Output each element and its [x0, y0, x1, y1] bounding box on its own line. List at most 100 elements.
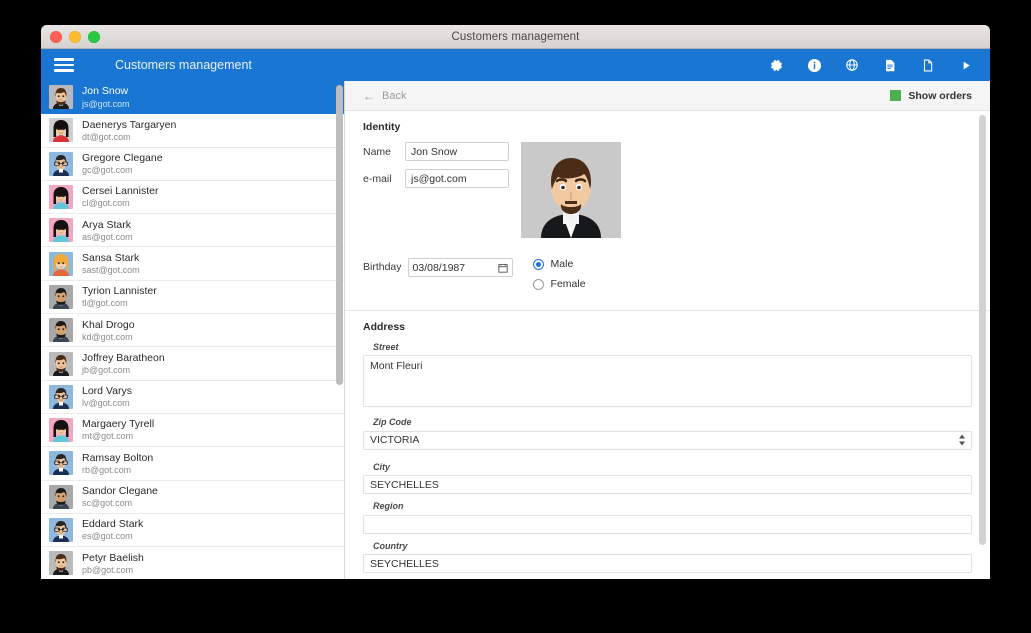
customer-name: Ramsay Bolton — [82, 451, 154, 464]
customer-email: dt@got.com — [82, 131, 131, 142]
show-orders-label: Show orders — [908, 89, 972, 102]
info-icon[interactable] — [806, 57, 822, 73]
app-toolbar: Customers management — [41, 49, 990, 81]
customer-email: pb@got.com — [82, 564, 134, 575]
customer-list-item[interactable]: Gregore Clegane gc@got.com — [41, 147, 344, 181]
arrow-left-icon: ← — [363, 88, 375, 103]
avatar — [49, 518, 73, 542]
file-icon[interactable] — [920, 57, 936, 73]
customer-list-item[interactable]: Sandor Clegane sc@got.com — [41, 480, 344, 514]
back-button-label: Back — [382, 89, 407, 102]
document-icon[interactable] — [882, 57, 898, 73]
play-icon[interactable] — [958, 57, 974, 73]
sidebar-scrollbar[interactable] — [336, 83, 343, 577]
customer-list-item[interactable]: Arya Stark as@got.com — [41, 214, 344, 248]
customer-email: jb@got.com — [82, 364, 131, 375]
customers-sidebar: Jon Snow js@got.com Daenerys Targaryen dt@g… — [41, 81, 345, 579]
customer-email: sc@got.com — [82, 498, 133, 509]
gender-option-male[interactable]: Male — [532, 258, 586, 270]
customer-list-item[interactable]: Cersei Lannister cl@got.com — [41, 180, 344, 215]
region-label: Region — [373, 501, 404, 511]
hamburger-icon[interactable] — [51, 55, 77, 75]
customer-list-item[interactable]: Tyrion Lannister tl@got.com — [41, 280, 344, 315]
toolbar-icons — [768, 57, 974, 73]
gender-female-label: Female — [550, 278, 586, 290]
avatar — [49, 85, 73, 110]
customer-name: Sandor Clegane — [82, 485, 158, 497]
radio-female-icon[interactable] — [532, 278, 544, 290]
customer-list-item[interactable]: Jon Snow js@got.com — [41, 81, 344, 115]
email-input[interactable] — [405, 169, 509, 188]
birthday-value: 03/08/1987 — [412, 261, 466, 274]
identity-section: Identity Name e-mail — [345, 111, 990, 311]
zip-select-wrapper — [363, 430, 972, 450]
street-input[interactable] — [363, 355, 972, 407]
customer-email: lv@got.com — [82, 398, 130, 409]
customer-email: as@got.com — [82, 231, 133, 242]
customer-name: Eddard Stark — [82, 518, 144, 531]
identity-section-title: Identity — [363, 121, 401, 133]
customer-list-item[interactable]: Petyr Baelish pb@got.com — [41, 547, 344, 579]
customer-name: Lord Varys — [82, 385, 132, 398]
country-label: Country — [373, 540, 408, 551]
birthday-row: Birthday 03/08/1987 Male Female — [363, 258, 972, 298]
birthday-input[interactable]: 03/08/1987 — [407, 258, 513, 277]
customer-name: Daenerys Targaryen — [82, 118, 177, 131]
customer-name: Cersei Lannister — [82, 185, 159, 198]
app-title: Customers management — [115, 58, 252, 72]
name-input[interactable] — [405, 142, 509, 161]
orders-status-icon — [890, 90, 902, 101]
customer-list-item[interactable]: Ramsay Bolton rb@got.com — [41, 447, 344, 481]
avatar — [49, 118, 73, 143]
customer-name: Joffrey Baratheon — [82, 351, 165, 364]
radio-male-icon[interactable] — [532, 258, 544, 270]
content-scrollbar[interactable] — [979, 115, 986, 575]
customer-email: kd@got.com — [82, 331, 133, 342]
customer-list-item[interactable]: Lord Varys lv@got.com — [41, 380, 344, 414]
customer-email: es@got.com — [82, 531, 133, 542]
address-section: Address Street Zip Code — [345, 311, 990, 579]
region-input[interactable] — [363, 514, 972, 534]
sidebar-scrollbar-thumb[interactable] — [336, 85, 343, 385]
zip-input[interactable] — [363, 430, 972, 450]
window-body: Jon Snow js@got.com Daenerys Targaryen dt@g… — [41, 81, 990, 579]
customer-list: Jon Snow js@got.com Daenerys Targaryen dt@g… — [41, 81, 344, 579]
city-input[interactable] — [363, 475, 972, 494]
back-button[interactable]: ← Back — [363, 90, 406, 102]
gender-male-label: Male — [550, 258, 574, 270]
customer-email: gc@got.com — [82, 165, 133, 176]
app-window: Customers management Customers managemen… — [41, 25, 990, 579]
avatar — [49, 351, 73, 376]
customer-list-item[interactable]: Joffrey Baratheon jb@got.com — [41, 347, 344, 381]
avatar — [49, 484, 73, 509]
calendar-icon[interactable] — [497, 263, 508, 273]
street-label: Street — [373, 342, 399, 352]
country-input[interactable] — [363, 554, 972, 573]
customer-detail-panel: ← Back Show orders Identity Name Jon Sno… — [345, 81, 990, 579]
desktop-background: Customers management Customers managemen… — [0, 0, 1031, 633]
zip-label: Zip Code — [373, 417, 412, 427]
globe-icon[interactable] — [844, 57, 860, 73]
gender-option-female[interactable]: Female — [532, 278, 586, 290]
avatar — [49, 318, 73, 343]
avatar — [49, 551, 73, 576]
show-orders-button[interactable]: Show orders — [890, 90, 972, 102]
avatar — [49, 251, 73, 276]
birthday-label: Birthday — [363, 261, 402, 273]
city-label: City — [373, 461, 391, 472]
stepper-icon[interactable] — [958, 434, 965, 446]
avatar — [49, 185, 73, 210]
detail-scroll-area: ← Back Show orders Identity Name Jon Sno… — [345, 81, 990, 579]
customer-list-item[interactable]: Eddard Stark es@got.com — [41, 513, 344, 548]
customer-list-item[interactable]: Margaery Tyrell mt@got.com — [41, 413, 344, 448]
customer-list-item[interactable]: Daenerys Targaryen dt@got.com — [41, 114, 344, 148]
customer-list-item[interactable]: Sansa Stark sast@got.com — [41, 247, 344, 281]
customer-name: Petyr Baelish — [82, 551, 144, 564]
gear-icon[interactable] — [768, 57, 784, 73]
customer-email: rb@got.com — [82, 464, 132, 475]
gender-radio-group: Male Female — [532, 258, 586, 298]
customer-list-item[interactable]: Khal Drogo kd@got.com — [41, 314, 344, 348]
email-label: e-mail — [363, 172, 392, 185]
detail-toolbar: ← Back Show orders — [345, 81, 990, 111]
content-scrollbar-thumb[interactable] — [979, 115, 986, 545]
